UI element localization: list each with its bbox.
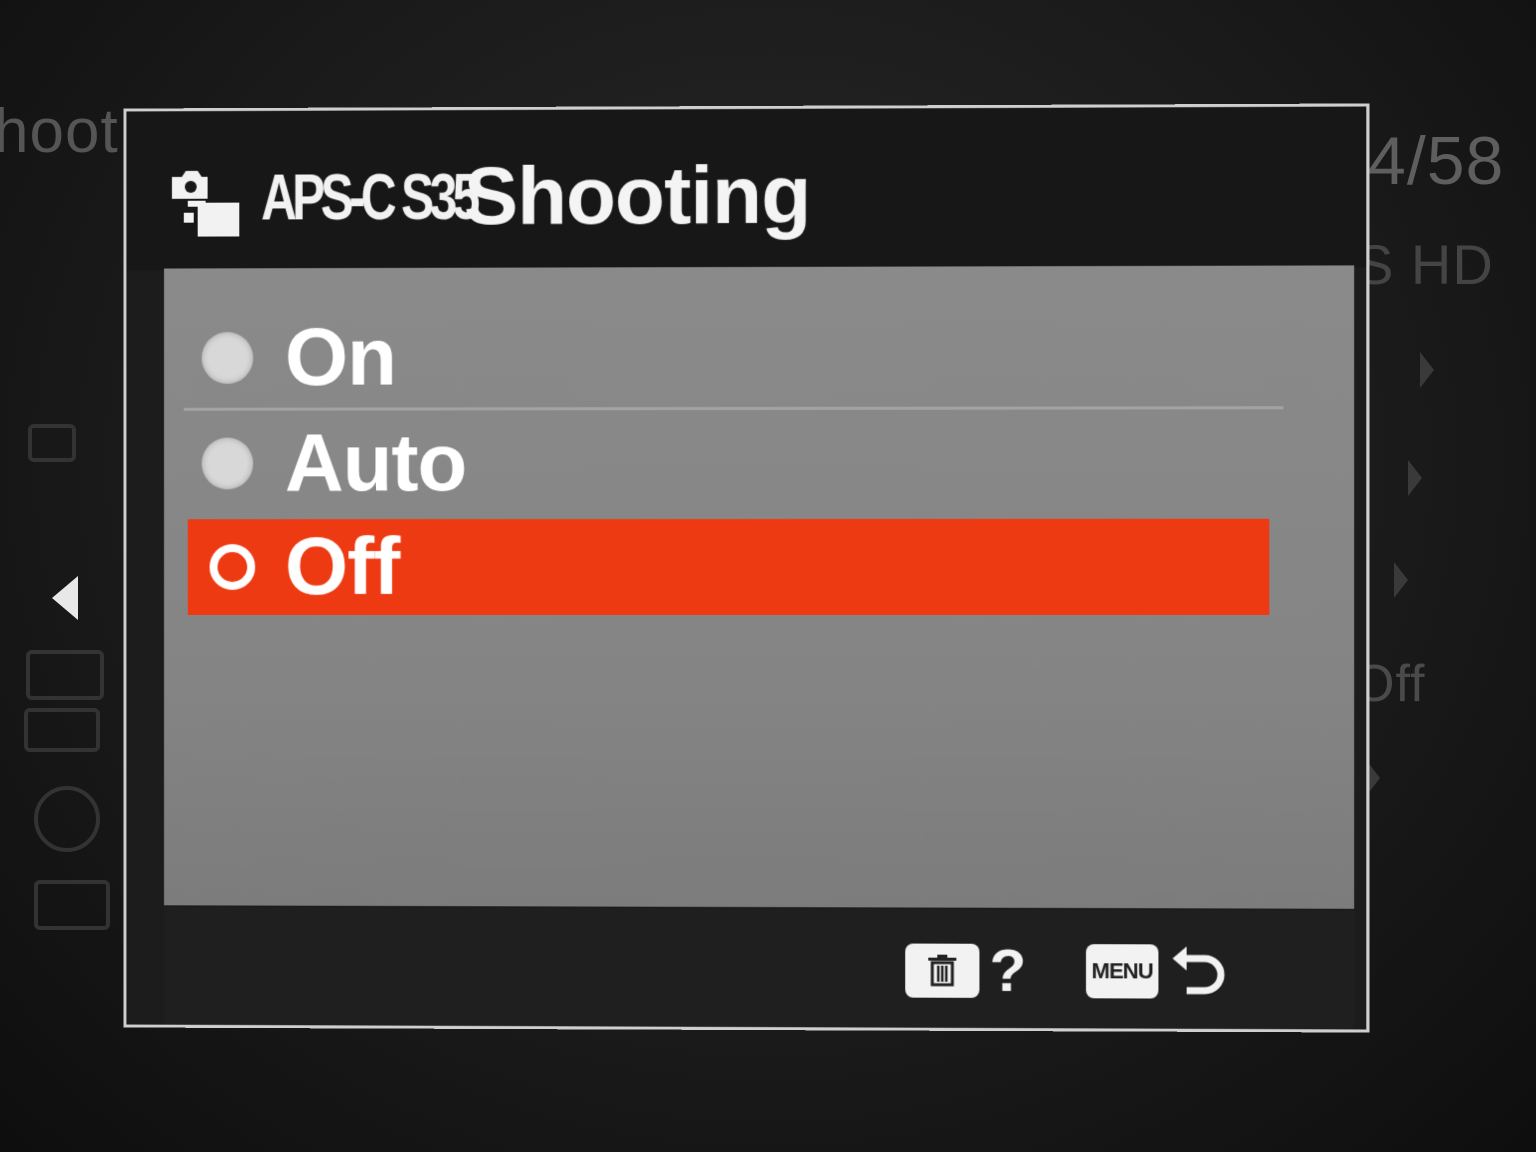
- help-label: ?: [989, 936, 1026, 1005]
- background-chevron-right-icon: [1408, 460, 1422, 496]
- option-on[interactable]: On: [184, 308, 1294, 406]
- camera-screen: hoot 4/58 S HD Off ose APS-C S35 Shootin…: [0, 0, 1536, 1152]
- help-key-button[interactable]: [905, 944, 979, 998]
- background-hd-value: S HD: [1356, 232, 1494, 297]
- option-off-selected[interactable]: Off: [188, 519, 1270, 615]
- background-chevron-right-icon: [1420, 352, 1434, 388]
- aps-c-s35-dialog: APS-C S35 Shooting On Auto Off ? MENU: [123, 103, 1369, 1032]
- page-title: Shooting: [464, 149, 811, 244]
- option-label: Off: [285, 520, 400, 614]
- menu-key-button[interactable]: MENU: [1086, 944, 1158, 998]
- dialog-title-prefix: APS-C S35: [261, 160, 475, 234]
- background-menu-title: hoot: [0, 96, 119, 167]
- dialog-title-bar: APS-C S35 Shooting: [126, 107, 1366, 271]
- option-label: On: [285, 311, 396, 405]
- option-label: Auto: [285, 416, 467, 510]
- background-playback-tab-icon: [24, 708, 100, 752]
- background-video-tab-icon: [26, 650, 104, 700]
- radio-unselected-icon: [202, 438, 254, 490]
- aps-c-crop-icon: [164, 157, 243, 241]
- options-list: On Auto Off: [164, 265, 1354, 908]
- tab-left-arrow-icon: [52, 576, 78, 620]
- trash-icon: [924, 953, 960, 989]
- radio-selected-icon: [210, 544, 256, 590]
- dialog-footer: ? MENU: [164, 907, 1354, 1029]
- background-network-tab-icon: [34, 786, 100, 852]
- background-toolbox-tab-icon: [34, 880, 110, 930]
- divider: [184, 406, 1284, 411]
- radio-unselected-icon: [202, 332, 254, 384]
- background-chevron-right-icon: [1394, 562, 1408, 598]
- return-arrow-icon[interactable]: [1169, 938, 1229, 1002]
- background-page-indicator: 4/58: [1368, 122, 1504, 200]
- background-camera-tab-icon: [28, 424, 76, 462]
- option-auto[interactable]: Auto: [184, 414, 1294, 511]
